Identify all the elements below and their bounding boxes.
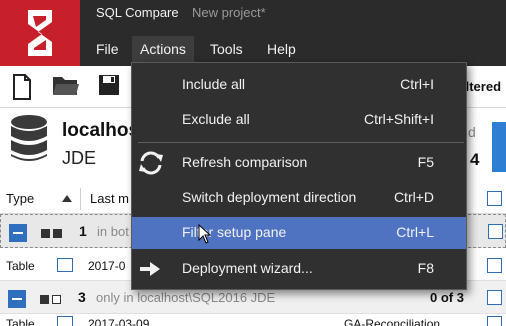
actions-dropdown: Include all Ctrl+I Exclude all Ctrl+Shif… — [131, 62, 467, 290]
menu-item-shortcut: Ctrl+I — [400, 76, 434, 92]
save-icon[interactable] — [98, 74, 120, 99]
object-type: Table — [6, 259, 35, 273]
menu-item-shortcut: F5 — [417, 154, 434, 170]
table-icon — [57, 258, 73, 272]
menu-item-label: Exclude all — [182, 111, 250, 127]
sort-ascending-icon — [62, 195, 72, 202]
menu-separator — [138, 142, 464, 143]
menu-help[interactable]: Help — [259, 36, 304, 62]
menu-deployment-wizard[interactable]: Deployment wizard... F8 — [132, 253, 466, 285]
menu-tools[interactable]: Tools — [202, 36, 251, 62]
column-divider[interactable] — [80, 188, 81, 210]
select-all-checkbox[interactable] — [487, 191, 502, 206]
group-number: 1 — [79, 223, 87, 239]
database-icon — [10, 114, 48, 167]
open-folder-icon[interactable] — [52, 74, 80, 101]
object-name: GA-Reconciliation — [344, 317, 441, 326]
menu-filter-setup-pane[interactable]: Filter setup pane Ctrl+L — [132, 217, 466, 249]
menu-exclude-all[interactable]: Exclude all Ctrl+Shift+I — [132, 104, 466, 136]
object-date: 2017-03-09 — [88, 317, 150, 326]
redgate-logo-icon — [28, 10, 52, 56]
database-name: JDE — [62, 148, 97, 168]
project-name: New project* — [192, 5, 266, 20]
column-last-modified[interactable]: Last m — [90, 191, 129, 206]
app-title: SQL Compare — [96, 5, 179, 20]
row-checkbox[interactable] — [487, 258, 502, 273]
row-checkbox[interactable] — [487, 316, 502, 326]
group-count: 0 of 3 — [430, 290, 464, 305]
collapse-button[interactable] — [9, 224, 27, 242]
menu-item-label: Refresh comparison — [182, 154, 308, 170]
group-number: 3 — [78, 289, 86, 305]
filtered-label: iltered — [462, 79, 502, 94]
menu-item-shortcut: F8 — [417, 260, 434, 276]
server-name: localhos — [62, 120, 140, 141]
arrow-right-icon — [138, 261, 162, 280]
difference-count: 4 — [470, 150, 480, 169]
menu-item-label: Deployment wizard... — [182, 260, 313, 276]
group-label: only in localhost\SQL2016 JDE — [96, 290, 276, 305]
table-icon — [57, 316, 73, 326]
right-square-empty-icon — [52, 295, 61, 304]
menu-file[interactable]: File — [88, 36, 127, 62]
object-type: Table — [6, 317, 35, 326]
deploy-button[interactable] — [492, 122, 506, 172]
right-square-icon — [53, 229, 62, 238]
object-date: 2017-0 — [88, 259, 126, 273]
menu-switch-deployment-direction[interactable]: Switch deployment direction Ctrl+D — [132, 182, 466, 214]
menu-include-all[interactable]: Include all Ctrl+I — [132, 69, 466, 101]
menu-refresh-comparison[interactable]: Refresh comparison F5 — [132, 147, 466, 179]
menu-bar: File Actions Tools Help — [80, 26, 506, 66]
group-checkbox[interactable] — [487, 290, 502, 305]
menu-item-shortcut: Ctrl+L — [396, 224, 434, 240]
menu-item-label: Include all — [182, 76, 246, 92]
group-label: in bot — [97, 224, 129, 239]
menu-item-shortcut: Ctrl+D — [393, 189, 434, 205]
right-panel-label: d — [468, 124, 476, 140]
collapse-button[interactable] — [8, 290, 26, 308]
left-square-icon — [41, 229, 50, 238]
mouse-pointer-icon — [198, 223, 212, 247]
column-type[interactable]: Type — [6, 191, 34, 206]
refresh-icon — [138, 151, 164, 178]
group-checkbox[interactable] — [488, 224, 503, 239]
menu-actions[interactable]: Actions — [132, 36, 194, 62]
left-square-icon — [40, 295, 49, 304]
table-row[interactable]: Table 2017-03-09 GA-Reconciliation — [0, 316, 506, 326]
menu-item-shortcut: Ctrl+Shift+I — [363, 111, 434, 127]
new-file-icon[interactable] — [12, 74, 32, 103]
title-bar: SQL Compare New project* — [80, 0, 506, 26]
app-logo — [0, 0, 80, 66]
menu-item-label: Switch deployment direction — [182, 189, 357, 205]
